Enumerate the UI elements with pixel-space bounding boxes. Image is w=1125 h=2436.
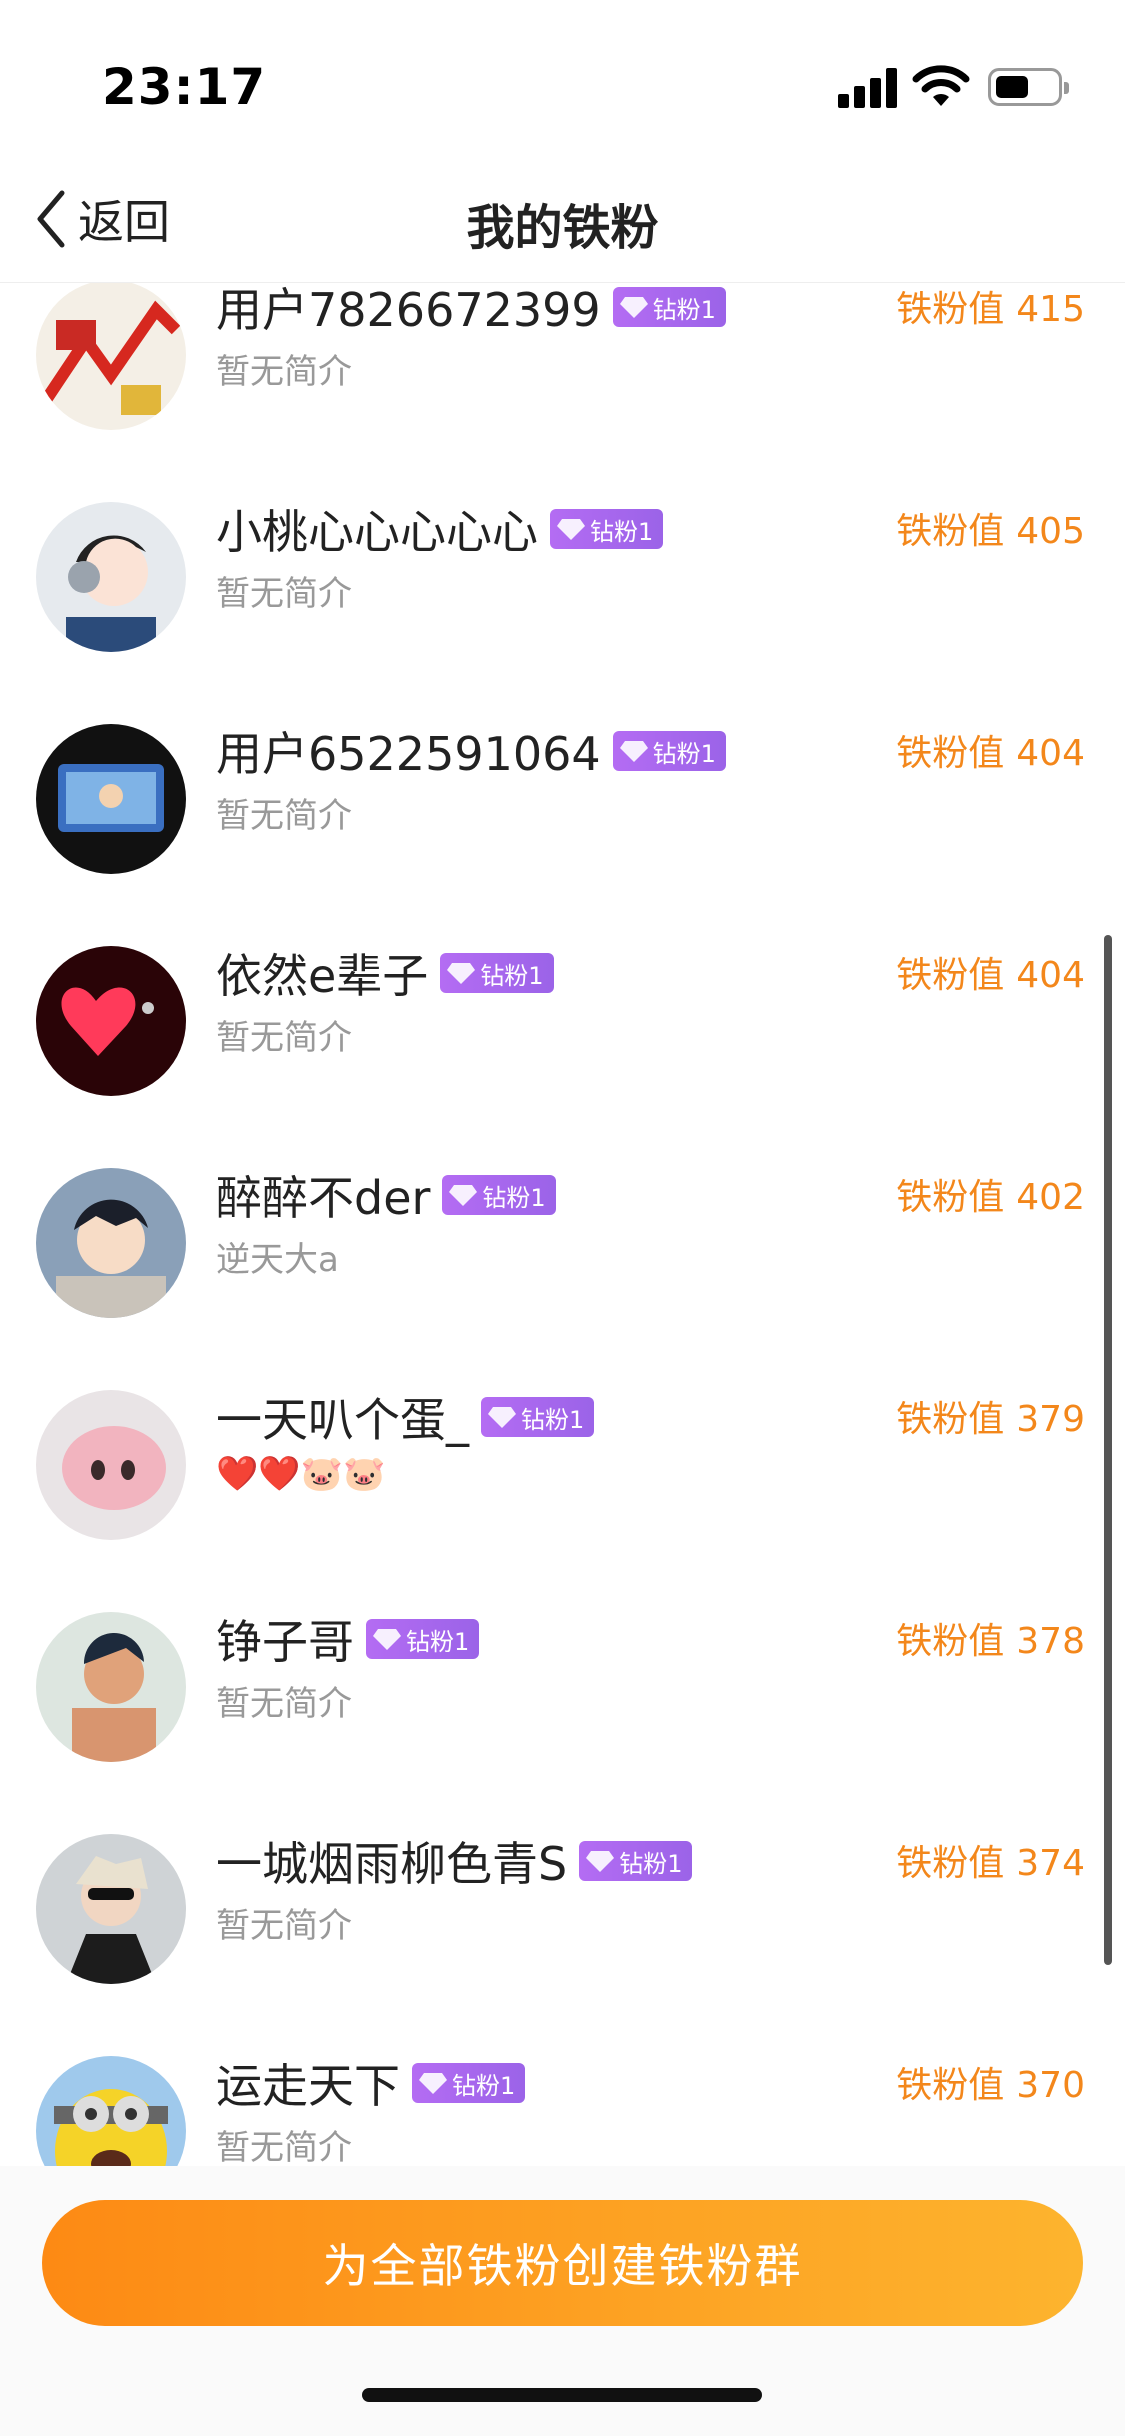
avatar[interactable]: [36, 1612, 186, 1762]
cellular-signal-icon: [838, 68, 898, 108]
status-bar: 23:17: [0, 0, 1125, 160]
fan-name: 用户7826672399: [216, 283, 601, 337]
fan-row[interactable]: 用户7826672399 钻粉1 暂无简介 铁粉值 415: [0, 282, 1125, 502]
fan-score: 铁粉值 402: [896, 1177, 1085, 1218]
fan-name: 一天叭个蛋_: [216, 1393, 469, 1447]
home-indicator[interactable]: [362, 2388, 762, 2402]
bottom-bar: 为全部铁粉创建铁粉群: [0, 2166, 1125, 2436]
fan-row[interactable]: 小桃心心心心心 钻粉1 暂无简介 铁粉值 405: [0, 502, 1125, 724]
fan-badge: 钻粉1: [579, 1841, 693, 1881]
fan-score: 铁粉值 378: [896, 1621, 1085, 1662]
fan-list[interactable]: 用户7826672399 钻粉1 暂无简介 铁粉值 415 小桃心心心心心 钻粉1…: [0, 282, 1125, 2172]
fan-badge: 钻粉1: [366, 1619, 480, 1659]
create-fan-group-button[interactable]: 为全部铁粉创建铁粉群: [42, 2200, 1083, 2326]
fan-bio: 逆天大a: [216, 1240, 339, 1280]
fan-row[interactable]: 一天叭个蛋_ 钻粉1 ❤️❤️🐷🐷 铁粉值 379: [0, 1390, 1125, 1612]
diamond-icon: [586, 1851, 615, 1872]
fan-row[interactable]: 一城烟雨柳色青S 钻粉1 暂无简介 铁粉值 374: [0, 1834, 1125, 2056]
fan-row[interactable]: 用户6522591064 钻粉1 暂无简介 铁粉值 404: [0, 724, 1125, 946]
status-time: 23:17: [102, 58, 267, 116]
fan-name: 醉醉不der: [216, 1171, 431, 1225]
fan-score: 铁粉值 404: [896, 955, 1085, 996]
avatar[interactable]: [36, 1168, 186, 1318]
fan-name: 依然e辈子: [216, 949, 429, 1003]
wifi-icon: [912, 65, 970, 106]
fan-score: 铁粉值 370: [896, 2065, 1085, 2106]
fan-bio: 暂无简介: [216, 2128, 352, 2168]
fan-badge: 钻粉1: [412, 2063, 526, 2103]
fan-name: 小桃心心心心心: [216, 505, 538, 559]
fan-badge: 钻粉1: [612, 731, 726, 771]
diamond-icon: [447, 963, 476, 984]
fan-bio: 暂无简介: [216, 574, 352, 614]
fan-bio: 暂无简介: [216, 1684, 352, 1724]
fan-name: 一城烟雨柳色青S: [216, 1837, 568, 1891]
fan-badge: 钻粉1: [442, 1175, 556, 1215]
fan-name: 用户6522591064: [216, 727, 601, 781]
fan-badge: 钻粉1: [612, 287, 726, 327]
avatar[interactable]: [36, 502, 186, 652]
fan-badge: 钻粉1: [550, 509, 664, 549]
fan-score: 铁粉值 404: [896, 733, 1085, 774]
fan-score: 铁粉值 374: [896, 1843, 1085, 1884]
page-title: 我的铁粉: [466, 200, 659, 256]
fan-badge: 钻粉1: [481, 1397, 595, 1437]
diamond-icon: [619, 741, 648, 762]
avatar[interactable]: [36, 946, 186, 1096]
battery-icon: [988, 68, 1069, 106]
fan-name: 运走天下: [216, 2059, 400, 2113]
diamond-icon: [419, 2073, 447, 2094]
avatar[interactable]: [36, 2056, 186, 2172]
fan-bio: ❤️❤️🐷🐷: [216, 1454, 386, 1494]
fan-row[interactable]: 依然e辈子 钻粉1 暂无简介 铁粉值 404: [0, 946, 1125, 1168]
diamond-icon: [488, 1407, 516, 1428]
avatar[interactable]: [36, 1834, 186, 1984]
fan-name: 铮子哥: [216, 1615, 354, 1669]
fan-row[interactable]: 运走天下 钻粉1 暂无简介 铁粉值 370: [0, 2056, 1125, 2172]
fan-bio: 暂无简介: [216, 352, 352, 392]
fan-bio: 暂无简介: [216, 796, 352, 836]
diamond-icon: [557, 519, 585, 540]
avatar[interactable]: [36, 1390, 186, 1540]
avatar[interactable]: [36, 724, 186, 874]
fan-row[interactable]: 醉醉不der 钻粉1 逆天大a 铁粉值 402: [0, 1168, 1125, 1390]
diamond-icon: [373, 1629, 401, 1650]
fan-badge: 钻粉1: [440, 953, 554, 993]
diamond-icon: [449, 1185, 478, 1206]
fan-row[interactable]: 铮子哥 钻粉1 暂无简介 铁粉值 378: [0, 1612, 1125, 1834]
fan-score: 铁粉值 415: [896, 289, 1085, 330]
fan-bio: 暂无简介: [216, 1906, 352, 1946]
diamond-icon: [619, 297, 648, 318]
scrollbar[interactable]: [1104, 935, 1112, 1965]
nav-bar: 返回 我的铁粉: [0, 160, 1125, 283]
fan-score: 铁粉值 405: [896, 511, 1085, 552]
fan-score: 铁粉值 379: [896, 1399, 1085, 1440]
fan-bio: 暂无简介: [216, 1018, 352, 1058]
avatar[interactable]: [36, 282, 186, 430]
